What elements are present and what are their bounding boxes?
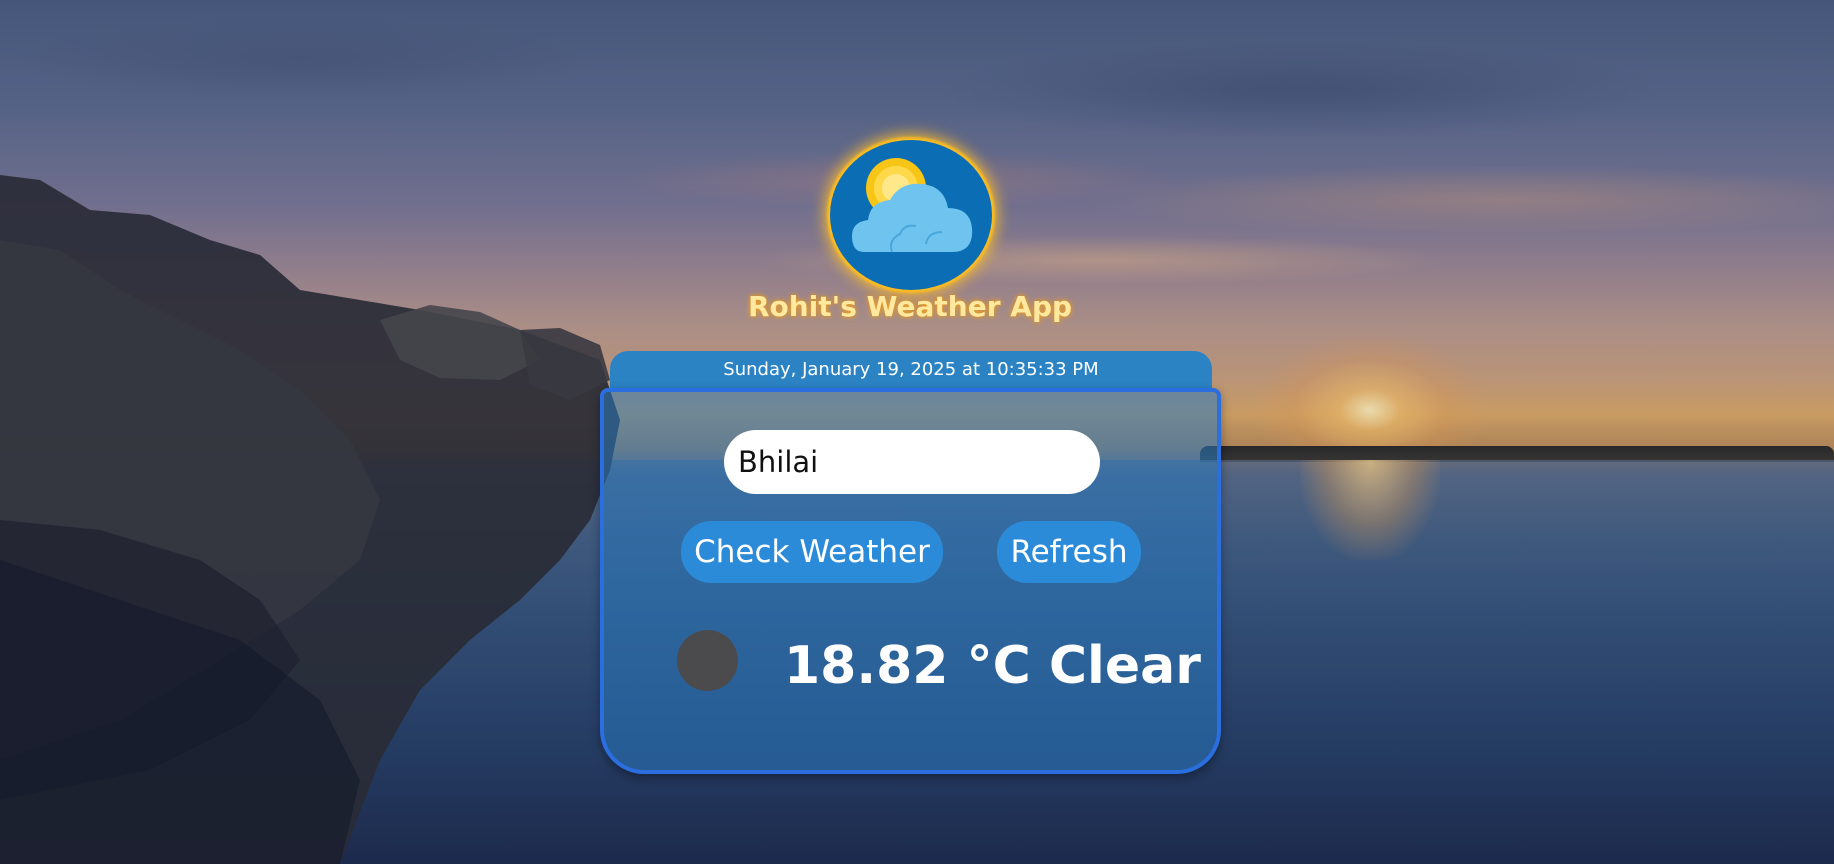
check-weather-button[interactable]: Check Weather bbox=[681, 521, 943, 583]
app-title: Rohit's Weather App bbox=[747, 290, 1073, 323]
weather-condition-icon bbox=[677, 630, 738, 691]
sun-behind-cloud-icon bbox=[852, 158, 973, 253]
background-scene: Rohit's Weather App Sunday, January 19, … bbox=[0, 0, 1834, 864]
temperature-condition: 18.82 °C Clear bbox=[784, 636, 1201, 696]
app-logo bbox=[830, 140, 992, 290]
refresh-button[interactable]: Refresh bbox=[997, 521, 1141, 583]
city-search-input[interactable] bbox=[724, 430, 1100, 494]
current-datetime: Sunday, January 19, 2025 at 10:35:33 PM bbox=[610, 351, 1212, 391]
